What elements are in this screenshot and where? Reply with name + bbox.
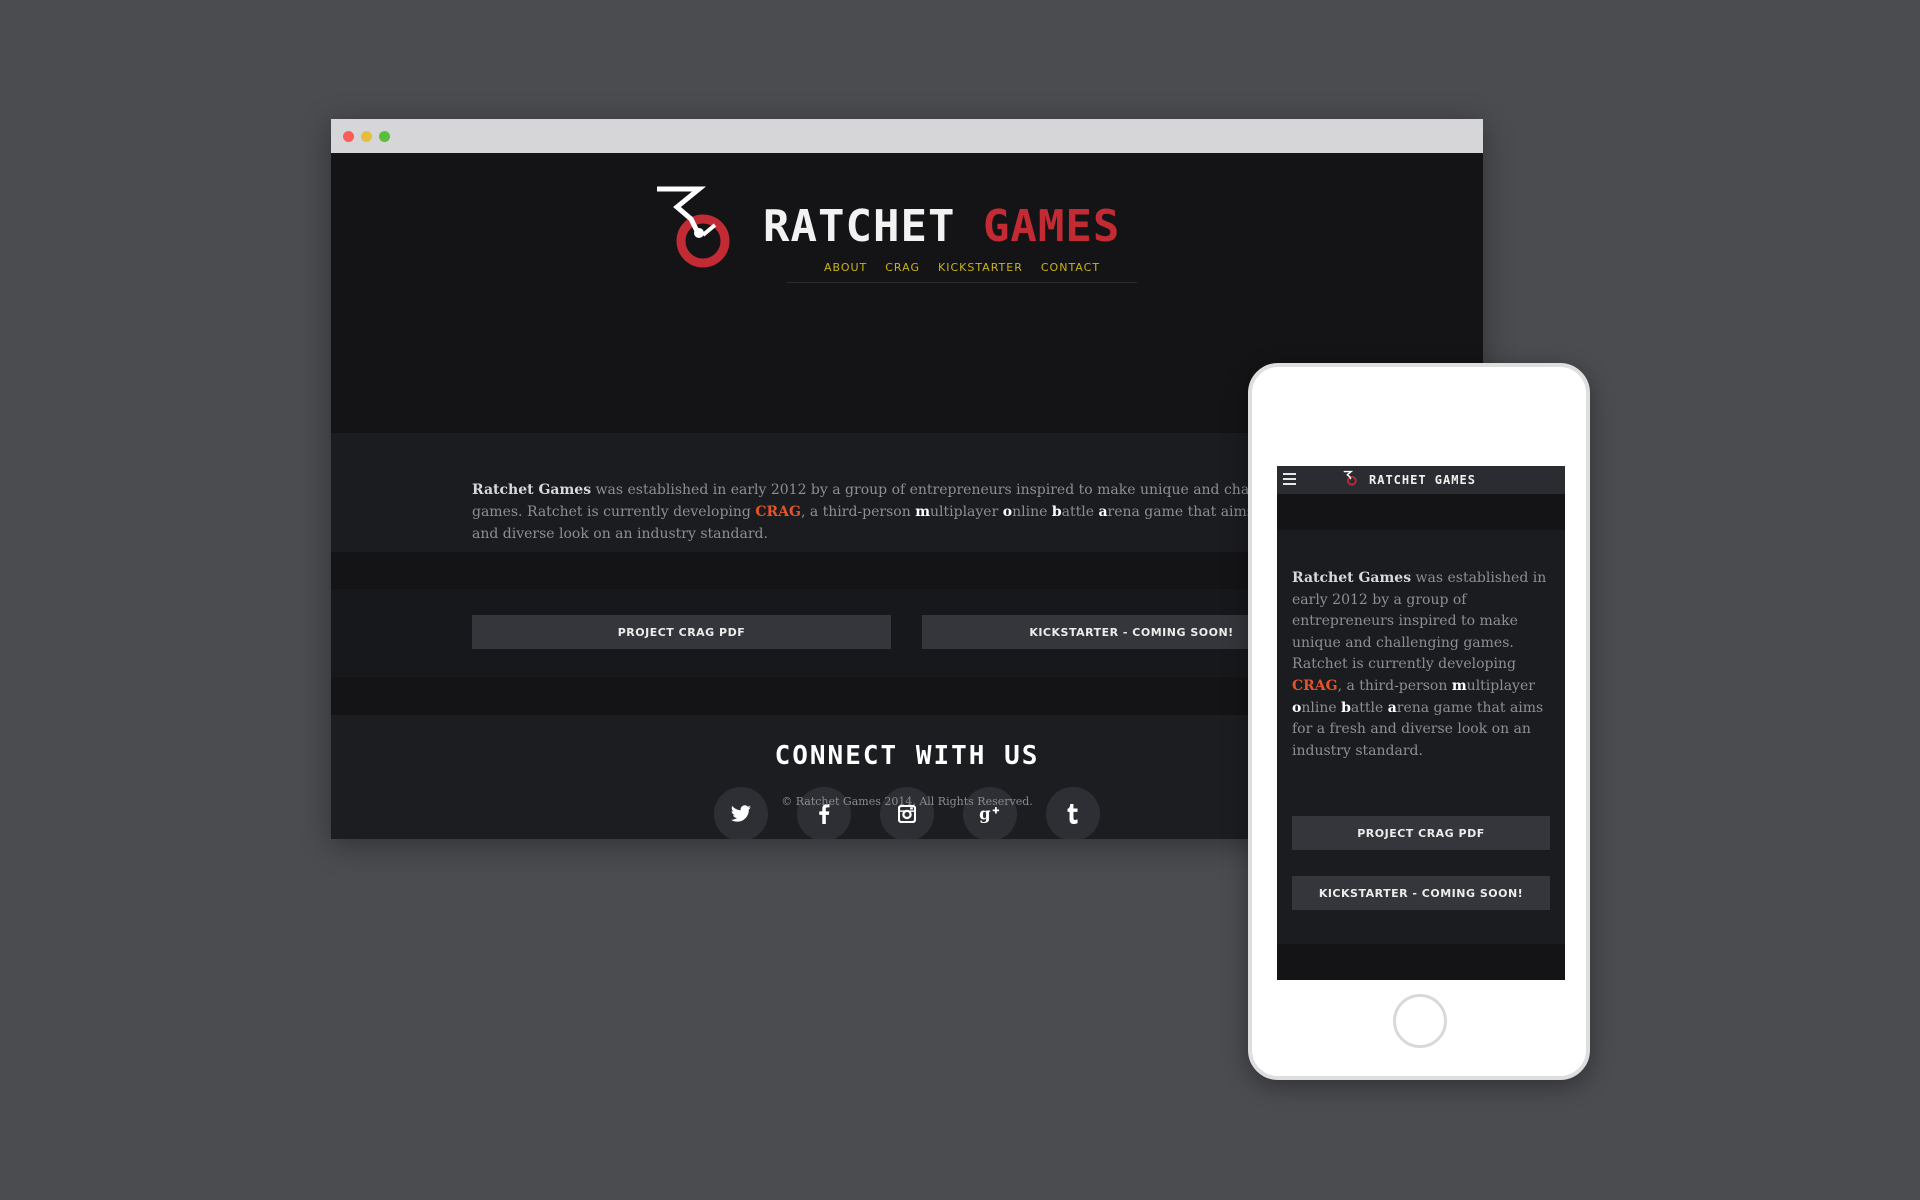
brand-word-games: GAMES xyxy=(982,201,1121,252)
crag-link[interactable]: CRAG xyxy=(1292,678,1338,694)
about-text-online: nline xyxy=(1301,699,1342,716)
moba-letter-b: b xyxy=(1341,699,1351,716)
crag-link[interactable]: CRAG xyxy=(755,504,801,520)
about-text-multiplayer: ultiplayer xyxy=(930,504,1003,520)
close-window-button[interactable] xyxy=(343,131,354,142)
about-text-part2: , a third-person xyxy=(1337,677,1452,694)
about-paragraph: Ratchet Games was established in early 2… xyxy=(472,479,1342,545)
company-name: Ratchet Games xyxy=(1292,570,1412,586)
phone-screen: RATCHET GAMES Ratchet Games was establis… xyxy=(1277,466,1565,980)
nav-about[interactable]: ABOUT xyxy=(824,261,867,274)
nav-contact[interactable]: CONTACT xyxy=(1041,261,1100,274)
nav-kickstarter[interactable]: KICKSTARTER xyxy=(938,261,1023,274)
mobile-footer-band xyxy=(1277,944,1565,980)
mobile-kickstarter-button[interactable]: KICKSTARTER - COMING SOON! xyxy=(1292,876,1550,910)
ratchet-logo-icon[interactable] xyxy=(653,181,743,281)
about-text-online: nline xyxy=(1012,504,1052,520)
moba-letter-a: a xyxy=(1387,699,1397,716)
main-nav: ABOUT CRAG KICKSTARTER CONTACT xyxy=(787,261,1137,283)
moba-letter-o: o xyxy=(1002,504,1013,520)
maximize-window-button[interactable] xyxy=(379,131,390,142)
about-text-multiplayer: ultiplayer xyxy=(1466,677,1535,694)
moba-letter-a: a xyxy=(1098,504,1108,520)
company-name: Ratchet Games xyxy=(472,482,592,498)
brand-wordmark[interactable]: RATCHET GAMES xyxy=(763,201,1120,252)
site-header: RATCHET GAMES ABOUT CRAG KICKSTARTER CON… xyxy=(331,153,1483,313)
moba-letter-o: o xyxy=(1292,699,1302,716)
moba-letter-m: m xyxy=(1451,677,1467,694)
browser-title-bar xyxy=(331,119,1483,153)
about-text-battle: attle xyxy=(1350,699,1388,716)
mobile-header-band xyxy=(1277,494,1565,530)
ratchet-logo-icon[interactable] xyxy=(1343,470,1359,488)
minimize-window-button[interactable] xyxy=(361,131,372,142)
project-crag-pdf-button[interactable]: PROJECT CRAG PDF xyxy=(472,615,891,649)
moba-letter-m: m xyxy=(915,504,931,520)
phone-home-button[interactable] xyxy=(1393,994,1447,1048)
brand-word-ratchet: RATCHET xyxy=(763,201,956,252)
nav-crag[interactable]: CRAG xyxy=(885,261,920,274)
mobile-about-paragraph: Ratchet Games was established in early 2… xyxy=(1292,568,1554,762)
mobile-header: RATCHET GAMES xyxy=(1277,466,1565,494)
about-text-part2: , a third-person xyxy=(800,504,916,520)
moba-letter-b: b xyxy=(1051,504,1062,520)
about-text-battle: attle xyxy=(1061,504,1099,520)
hamburger-menu-icon[interactable] xyxy=(1283,473,1296,486)
mobile-project-crag-pdf-button[interactable]: PROJECT CRAG PDF xyxy=(1292,816,1550,850)
phone-mockup: RATCHET GAMES Ratchet Games was establis… xyxy=(1248,363,1590,1080)
mobile-brand-wordmark[interactable]: RATCHET GAMES xyxy=(1369,473,1476,487)
